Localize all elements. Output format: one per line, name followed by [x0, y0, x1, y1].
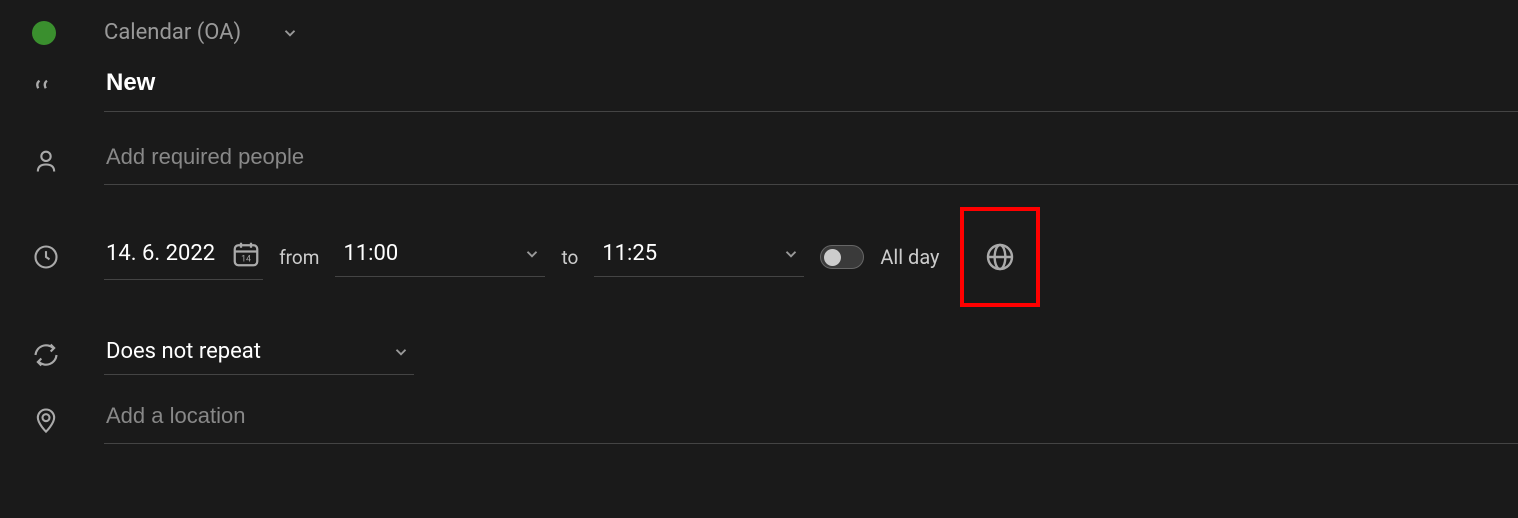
end-time-select[interactable]: 11:25 — [594, 237, 804, 277]
calendar-color-dot — [32, 21, 56, 45]
calendar-name: Calendar (OA) — [104, 20, 241, 45]
chevron-down-icon — [782, 245, 800, 263]
chevron-down-icon — [523, 245, 541, 263]
repeat-row: Does not repeat — [0, 335, 1518, 375]
repeat-icon — [32, 341, 60, 369]
quote-icon — [32, 72, 62, 102]
location-icon — [32, 406, 60, 434]
all-day-toggle[interactable] — [820, 245, 864, 269]
calendar-selector[interactable]: Calendar (OA) — [104, 20, 1518, 45]
repeat-value: Does not repeat — [106, 339, 261, 364]
person-icon — [32, 147, 60, 175]
toggle-knob — [824, 249, 841, 266]
calendar-icon: 14 — [231, 239, 261, 269]
datetime-row: 14. 6. 2022 14 from 11:00 to 11 — [0, 207, 1518, 307]
chevron-down-icon — [392, 343, 410, 361]
repeat-select[interactable]: Does not repeat — [104, 335, 414, 375]
location-row — [0, 395, 1518, 444]
date-value: 14. 6. 2022 — [106, 241, 215, 266]
to-label: to — [561, 246, 578, 269]
event-title-input[interactable] — [104, 61, 1518, 112]
date-picker[interactable]: 14. 6. 2022 14 — [104, 235, 263, 280]
required-people-input[interactable] — [104, 136, 1518, 185]
globe-icon[interactable] — [984, 241, 1016, 273]
from-label: from — [279, 246, 319, 269]
all-day-label: All day — [880, 245, 939, 269]
title-row — [0, 61, 1518, 112]
svg-text:14: 14 — [241, 254, 251, 264]
location-input[interactable] — [104, 395, 1518, 444]
end-time-value: 11:25 — [602, 241, 657, 266]
start-time-value: 11:00 — [343, 241, 398, 266]
start-time-select[interactable]: 11:00 — [335, 237, 545, 277]
timezone-button-highlight — [960, 207, 1040, 307]
chevron-down-icon — [281, 24, 299, 42]
calendar-selector-row: Calendar (OA) — [0, 20, 1518, 45]
clock-icon — [32, 243, 60, 271]
people-row — [0, 136, 1518, 185]
